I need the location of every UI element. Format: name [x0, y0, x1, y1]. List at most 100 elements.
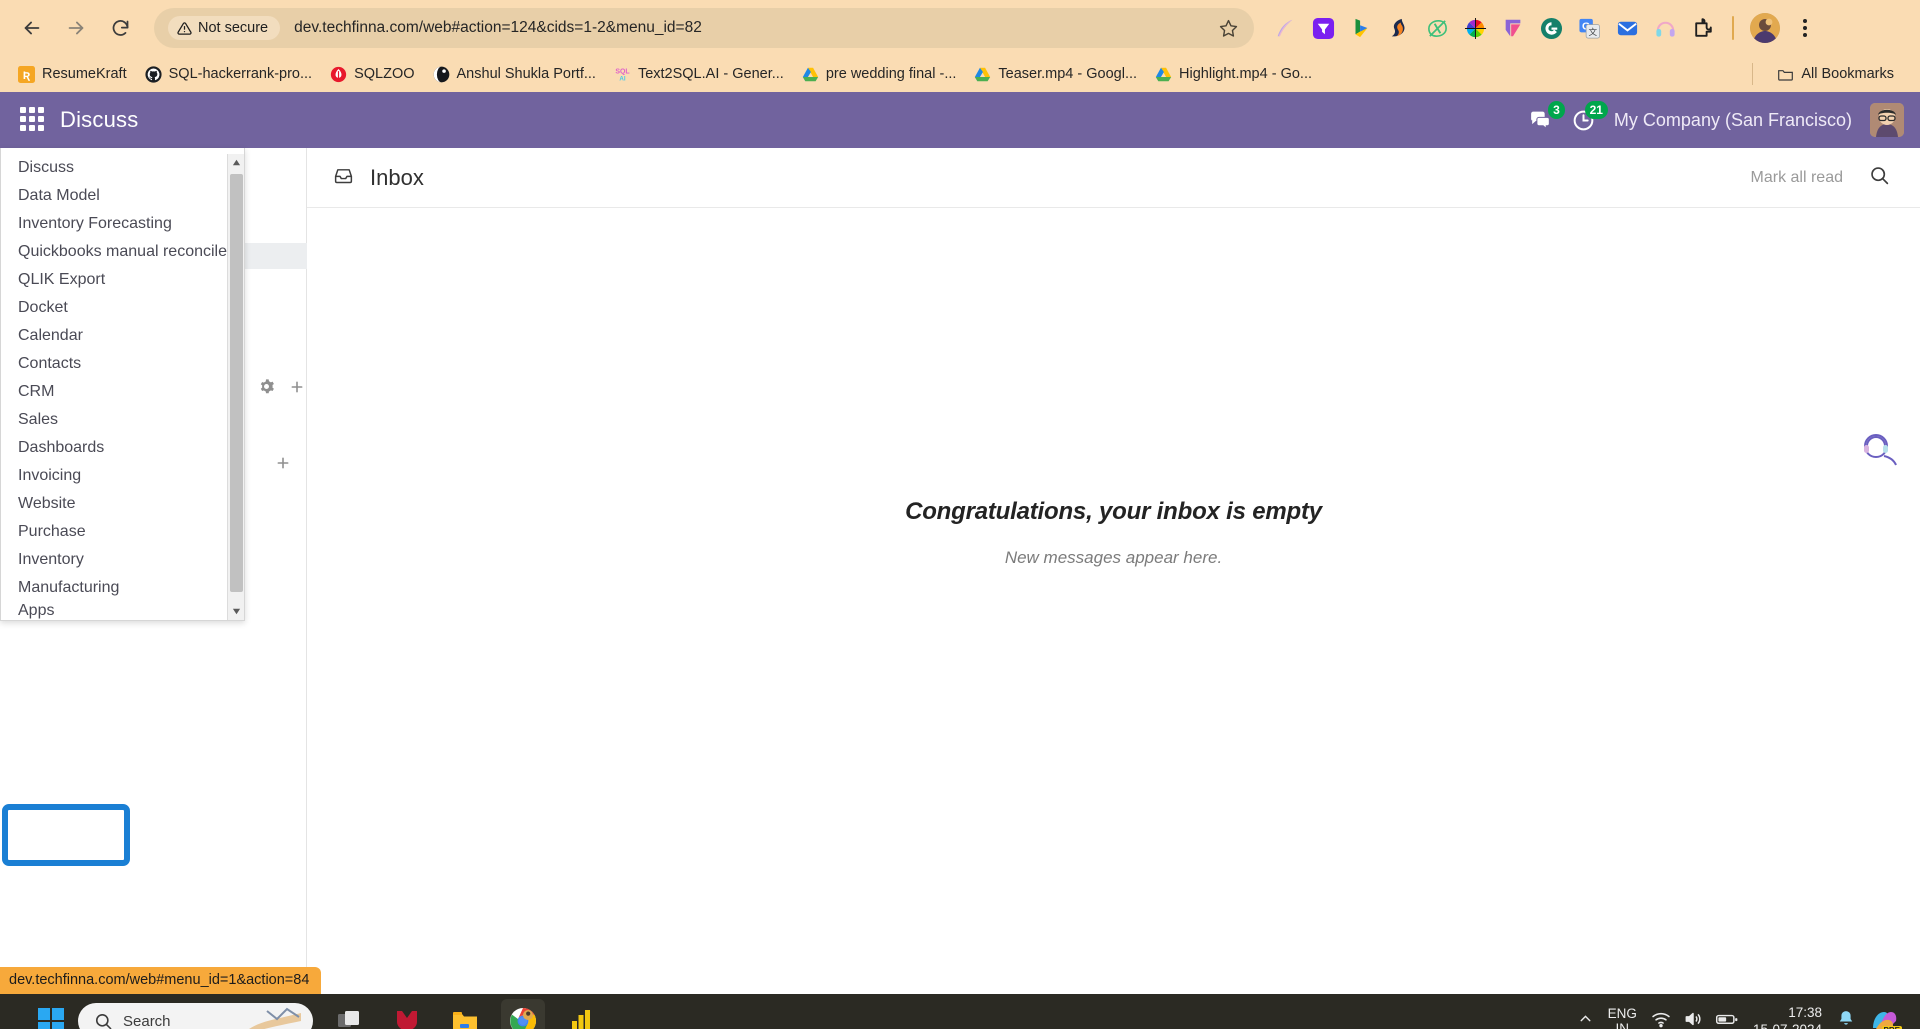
github-icon: [145, 65, 162, 83]
page-viewport: Discuss 3 21 My Company (San Francisco): [0, 92, 1920, 994]
menu-item-contacts[interactable]: Contacts: [1, 350, 244, 378]
browser-nav-row: Not secure dev.techfinna.com/web#action=…: [0, 0, 1920, 56]
scrollbar-thumb[interactable]: [230, 174, 243, 592]
all-bookmarks-button[interactable]: All Bookmarks: [1769, 62, 1902, 87]
chevron-up-icon[interactable]: [1577, 1010, 1594, 1029]
bookmark-item[interactable]: Teaser.mp4 - Googl...: [966, 62, 1145, 87]
clock[interactable]: 17:38 15-07-2024: [1753, 1004, 1822, 1029]
bookmark-item[interactable]: SQL AI Text2SQL.AI - Gener...: [606, 62, 792, 87]
volume-icon[interactable]: [1683, 1009, 1703, 1029]
splunk-extension-icon[interactable]: [1386, 15, 1412, 41]
google-chrome-icon[interactable]: [501, 999, 545, 1029]
menu-item-inventory[interactable]: Inventory: [1, 546, 244, 574]
chrome-menu-button[interactable]: [1792, 15, 1818, 41]
menu-item-data-model[interactable]: Data Model: [1, 182, 244, 210]
task-view-icon[interactable]: [327, 999, 371, 1029]
menu-item-discuss[interactable]: Discuss: [1, 154, 244, 182]
bing-extension-icon[interactable]: [1348, 15, 1374, 41]
bookmark-item[interactable]: Anshul Shukla Portf...: [425, 62, 604, 87]
bookmark-star-icon[interactable]: [1212, 12, 1244, 44]
address-bar[interactable]: Not secure dev.techfinna.com/web#action=…: [154, 8, 1254, 48]
figma-pink-extension-icon[interactable]: [1500, 15, 1526, 41]
language-indicator[interactable]: ENG IN: [1608, 1006, 1637, 1029]
bookmark-item[interactable]: Ʀ ResumeKraft: [10, 62, 135, 87]
bell-icon[interactable]: [1836, 1009, 1856, 1029]
taskbar-left-group: Search: [38, 999, 603, 1029]
taskbar-search-label: Search: [123, 1012, 171, 1029]
menu-item-purchase[interactable]: Purchase: [1, 518, 244, 546]
security-indicator[interactable]: Not secure: [168, 16, 281, 40]
apps-grid-icon[interactable]: [20, 107, 46, 133]
grammarly-extension-icon[interactable]: [1538, 15, 1564, 41]
add-dm-icon[interactable]: [275, 455, 291, 476]
dm-section-actions: [275, 455, 291, 476]
support-headset-icon[interactable]: [1858, 426, 1902, 470]
menu-item-calendar[interactable]: Calendar: [1, 322, 244, 350]
bookmark-label: SQLZOO: [354, 66, 415, 82]
google-drive-icon: [974, 66, 991, 83]
battery-icon[interactable]: [1715, 1009, 1739, 1029]
wifi-icon[interactable]: [1651, 1009, 1671, 1029]
purple-shield-extension-icon[interactable]: [1310, 15, 1336, 41]
clock-date: 15-07-2024: [1753, 1021, 1822, 1029]
menu-item-website[interactable]: Website: [1, 490, 244, 518]
toolbar-divider: [1732, 16, 1734, 40]
menu-item-apps[interactable]: Apps: [1, 602, 244, 620]
all-bookmarks-group: All Bookmarks: [1752, 62, 1910, 87]
taskbar-search-box[interactable]: Search: [78, 1003, 313, 1029]
inbox-header: Inbox Mark all read: [307, 148, 1920, 208]
inbox-panel: Inbox Mark all read Congratulations, you…: [307, 148, 1920, 994]
bookmark-label: Teaser.mp4 - Googl...: [998, 66, 1138, 82]
mcafee-icon[interactable]: [385, 999, 429, 1029]
bookmarks-bar: Ʀ ResumeKraft SQL-hackerrank-pro... SQLZ…: [0, 56, 1920, 92]
dropdown-scrollbar[interactable]: [227, 154, 244, 620]
menu-item-qlik-export[interactable]: QLIK Export: [1, 266, 244, 294]
windows-start-icon[interactable]: [38, 1008, 64, 1029]
scroll-down-arrow[interactable]: [228, 603, 244, 620]
menu-item-sales[interactable]: Sales: [1, 406, 244, 434]
back-button[interactable]: [12, 8, 52, 48]
bookmark-item[interactable]: Highlight.mp4 - Go...: [1147, 62, 1320, 87]
bookmark-item[interactable]: SQL-hackerrank-pro...: [137, 62, 320, 87]
user-avatar[interactable]: [1870, 103, 1904, 137]
google-translate-extension-icon[interactable]: G文: [1576, 15, 1602, 41]
add-channel-icon[interactable]: [289, 379, 305, 400]
file-explorer-icon[interactable]: [443, 999, 487, 1029]
menu-item-dashboards[interactable]: Dashboards: [1, 434, 244, 462]
company-selector[interactable]: My Company (San Francisco): [1614, 110, 1852, 131]
copilot-icon[interactable]: PRE: [1870, 1007, 1902, 1029]
svg-text:Ʀ: Ʀ: [23, 69, 31, 81]
tray-icons: [1651, 1009, 1739, 1029]
language-primary: ENG: [1607, 1006, 1637, 1021]
feather-pen-extension-icon[interactable]: [1272, 15, 1298, 41]
menu-item-inventory-forecasting[interactable]: Inventory Forecasting: [1, 210, 244, 238]
puzzle-extension-icon[interactable]: [1690, 15, 1716, 41]
headset-extension-icon[interactable]: [1652, 15, 1678, 41]
reload-button[interactable]: [100, 8, 140, 48]
sqlzoo-icon: [330, 66, 347, 83]
menu-item-docket[interactable]: Docket: [1, 294, 244, 322]
chrome-profile-avatar[interactable]: [1750, 13, 1780, 43]
mark-all-read-button[interactable]: Mark all read: [1751, 169, 1843, 187]
menu-item-manufacturing[interactable]: Manufacturing: [1, 574, 244, 602]
forward-button[interactable]: [56, 8, 96, 48]
green-leaf-extension-icon[interactable]: [1424, 15, 1450, 41]
channels-section-actions: [258, 378, 305, 400]
app-brand-title[interactable]: Discuss: [60, 107, 138, 133]
menu-item-quickbooks-manual-reconcile[interactable]: Quickbooks manual reconcile: [1, 238, 244, 266]
messages-button[interactable]: 3: [1528, 100, 1565, 133]
activities-button[interactable]: 21: [1571, 100, 1608, 133]
browser-chrome: Not secure dev.techfinna.com/web#action=…: [0, 0, 1920, 92]
text2sql-icon: SQL AI: [614, 66, 631, 83]
google-drive-icon: [1155, 66, 1172, 83]
mail-extension-icon[interactable]: [1614, 15, 1640, 41]
power-bi-icon[interactable]: [559, 999, 603, 1029]
color-wheel-extension-icon[interactable]: [1462, 15, 1488, 41]
gear-icon[interactable]: [258, 378, 275, 400]
menu-item-crm[interactable]: CRM: [1, 378, 244, 406]
bookmark-item[interactable]: pre wedding final -...: [794, 62, 965, 87]
search-icon[interactable]: [1869, 165, 1890, 191]
menu-item-invoicing[interactable]: Invoicing: [1, 462, 244, 490]
bookmark-item[interactable]: SQLZOO: [322, 62, 422, 87]
scroll-up-arrow[interactable]: [228, 154, 244, 171]
